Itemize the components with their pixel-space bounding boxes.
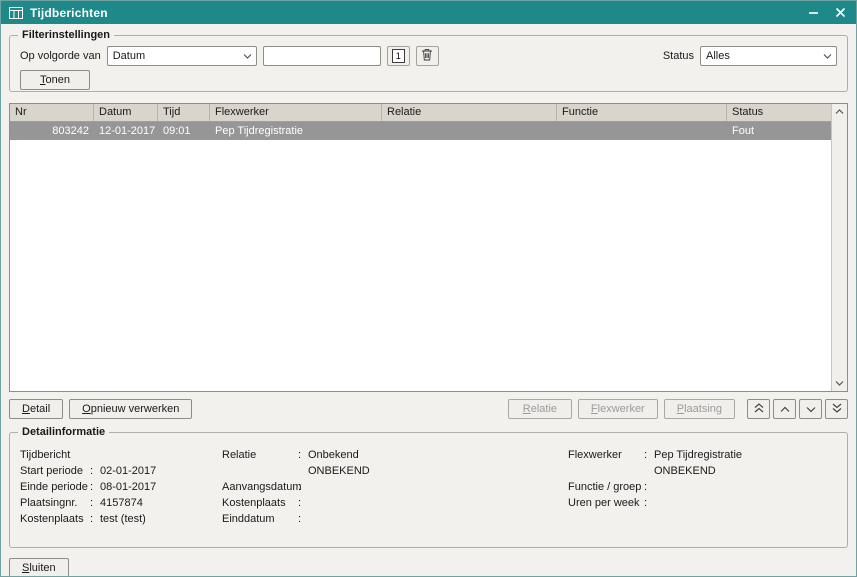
scroll-up-button[interactable] xyxy=(832,104,847,120)
chevron-down-icon xyxy=(806,401,816,416)
clear-filter-button[interactable] xyxy=(416,46,439,66)
relatie-button[interactable]: Relatie xyxy=(508,399,572,419)
detail-group-label: Detailinformatie xyxy=(18,426,109,438)
status-value: Alles xyxy=(706,50,823,62)
column-header-datum[interactable]: Datum xyxy=(94,104,158,121)
order-by-value: Datum xyxy=(113,50,243,62)
first-record-button[interactable] xyxy=(747,399,770,419)
close-button[interactable] xyxy=(835,7,846,18)
detail-row: Flexwerker : Pep Tijdregistratie xyxy=(568,447,837,463)
chevron-double-down-icon xyxy=(832,401,842,416)
table-header: Nr Datum Tijd Flexwerker Relatie Functie… xyxy=(10,104,831,122)
window-controls xyxy=(808,7,846,18)
last-record-button[interactable] xyxy=(825,399,848,419)
chevron-up-icon xyxy=(780,401,790,416)
trash-icon xyxy=(421,48,433,64)
detail-row: Functie / groep : xyxy=(568,479,837,495)
detail-grid: Tijdbericht Start periode : 02-01-2017 E… xyxy=(20,447,837,527)
next-record-button[interactable] xyxy=(799,399,822,419)
messages-table: Nr Datum Tijd Flexwerker Relatie Functie… xyxy=(9,103,848,392)
filter-group-label: Filterinstellingen xyxy=(18,29,114,41)
chevron-double-up-icon xyxy=(754,401,764,416)
calendar-button[interactable]: 1 xyxy=(387,46,410,66)
filter-value-input[interactable] xyxy=(263,46,381,66)
chevron-up-icon xyxy=(835,106,844,118)
detail-row: Kostenplaats : xyxy=(222,495,568,511)
table-row[interactable]: 803242 12-01-2017 09:01 Pep Tijdregistra… xyxy=(10,122,831,140)
cell-tijd: 09:01 xyxy=(158,122,210,140)
chevron-down-icon xyxy=(243,50,252,62)
column-header-functie[interactable]: Functie xyxy=(557,104,727,121)
detail-row: Plaatsingnr. : 4157874 xyxy=(20,495,222,511)
status-select[interactable]: Alles xyxy=(700,46,837,66)
window-content: Filterinstellingen Op volgorde van Datum… xyxy=(1,24,856,577)
column-header-tijd[interactable]: Tijd xyxy=(158,104,210,121)
detail-row: Relatie : Onbekend xyxy=(222,447,568,463)
footer-row: Sluiten xyxy=(9,558,848,577)
minimize-button[interactable] xyxy=(808,7,819,18)
record-navigation xyxy=(747,399,848,419)
window-icon xyxy=(9,7,23,19)
filter-row: Op volgorde van Datum 1 Status xyxy=(20,46,837,66)
column-header-relatie[interactable]: Relatie xyxy=(382,104,557,121)
detail-row: Start periode : 02-01-2017 xyxy=(20,463,222,479)
vertical-scrollbar[interactable] xyxy=(831,104,847,391)
filter-settings-group: Filterinstellingen Op volgorde van Datum… xyxy=(9,35,848,92)
cell-functie xyxy=(557,122,727,140)
actions-row: Detail Opnieuw verwerken Relatie Flexwer… xyxy=(9,398,848,419)
tijdberichten-window: Tijdberichten Filterinstellingen Op volg… xyxy=(0,0,857,577)
column-header-flexwerker[interactable]: Flexwerker xyxy=(210,104,382,121)
chevron-down-icon xyxy=(835,377,844,389)
cell-relatie xyxy=(382,122,557,140)
close-window-button[interactable]: Sluiten xyxy=(9,558,69,577)
previous-record-button[interactable] xyxy=(773,399,796,419)
detail-column-1: Tijdbericht Start periode : 02-01-2017 E… xyxy=(20,447,222,527)
detail-column-2: Relatie : Onbekend ONBEKEND Aanvangsdatu… xyxy=(222,447,568,527)
detail-info-group: Detailinformatie Tijdbericht Start perio… xyxy=(9,432,848,548)
calendar-icon: 1 xyxy=(392,49,405,63)
cell-flexwerker: Pep Tijdregistratie xyxy=(210,122,382,140)
window-title: Tijdberichten xyxy=(30,6,801,20)
scroll-track[interactable] xyxy=(832,120,847,375)
cell-status: Fout xyxy=(727,122,831,140)
detail-row: Kostenplaats : test (test) xyxy=(20,511,222,527)
plaatsing-button[interactable]: Plaatsing xyxy=(664,399,735,419)
detail-button[interactable]: Detail xyxy=(9,399,63,419)
order-by-select[interactable]: Datum xyxy=(107,46,257,66)
status-label: Status xyxy=(663,50,694,62)
detail-row: ONBEKEND xyxy=(568,463,837,479)
reprocess-button[interactable]: Opnieuw verwerken xyxy=(69,399,192,419)
detail-row: Einde periode : 08-01-2017 xyxy=(20,479,222,495)
detail-row: Aanvangsdatum : xyxy=(222,479,568,495)
scroll-down-button[interactable] xyxy=(832,375,847,391)
titlebar: Tijdberichten xyxy=(1,1,856,24)
order-by-label: Op volgorde van xyxy=(20,50,101,62)
filter-row-2: Tonen xyxy=(20,70,837,90)
column-header-status[interactable]: Status xyxy=(727,104,831,121)
chevron-down-icon xyxy=(823,50,832,62)
show-button[interactable]: Tonen xyxy=(20,70,90,90)
detail-row: Tijdbericht xyxy=(20,447,222,463)
detail-row: Einddatum : xyxy=(222,511,568,527)
cell-nr: 803242 xyxy=(10,122,94,140)
table-main: Nr Datum Tijd Flexwerker Relatie Functie… xyxy=(10,104,831,391)
cell-datum: 12-01-2017 xyxy=(94,122,158,140)
flexwerker-button[interactable]: Flexwerker xyxy=(578,399,658,419)
detail-row: ONBEKEND xyxy=(222,463,568,479)
table-body-empty xyxy=(10,140,831,391)
detail-row: Uren per week : xyxy=(568,495,837,511)
column-header-nr[interactable]: Nr xyxy=(10,104,94,121)
detail-column-3: Flexwerker : Pep Tijdregistratie ONBEKEN… xyxy=(568,447,837,527)
